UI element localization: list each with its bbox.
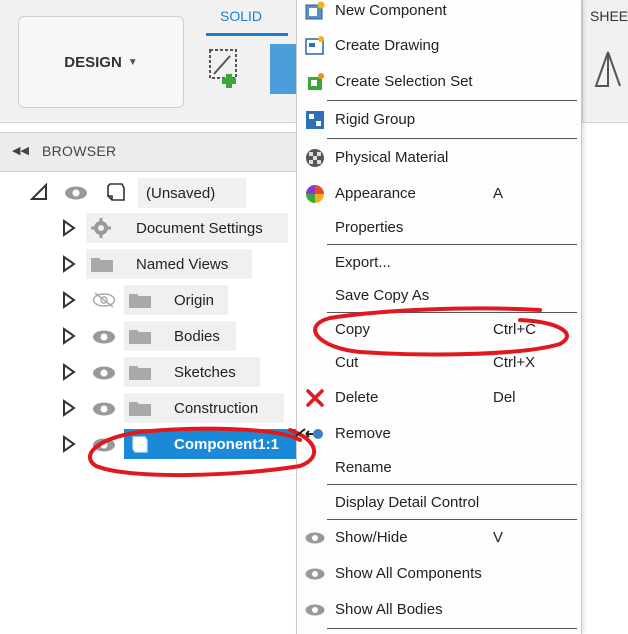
create-drawing-icon xyxy=(305,36,324,55)
visibility-eye-icon[interactable] xyxy=(64,185,88,201)
menu-item-display-detail-control[interactable]: Display Detail Control xyxy=(297,486,581,520)
appearance-icon xyxy=(306,185,324,203)
eye-icon xyxy=(305,604,325,616)
menu-item-physical-material[interactable]: Physical Material xyxy=(297,141,581,175)
menu-item-delete[interactable]: Delete Del xyxy=(297,381,581,415)
shortcut-label: V xyxy=(493,529,504,546)
menu-separator xyxy=(327,628,577,629)
browser-header: ◀◀ BROWSER xyxy=(0,132,300,172)
visibility-eye-icon[interactable] xyxy=(92,437,116,453)
tree-item-construction[interactable]: Construction xyxy=(124,393,284,423)
menu-item-properties[interactable]: Properties xyxy=(297,211,581,245)
visibility-eye-icon[interactable] xyxy=(92,329,116,345)
tree-item-label: Origin xyxy=(174,291,215,309)
folder-icon xyxy=(129,366,151,380)
menu-separator xyxy=(327,519,577,520)
menu-item-appearance[interactable]: Appearance A xyxy=(297,177,581,211)
tree-item-sketches[interactable]: Sketches xyxy=(124,357,260,387)
menu-item-cut[interactable]: Cut Ctrl+X xyxy=(297,346,581,380)
toolbar-divider xyxy=(582,0,583,122)
hidden-eye-icon[interactable] xyxy=(92,292,116,308)
menu-item-copy[interactable]: Copy Ctrl+C xyxy=(297,313,581,347)
folder-icon xyxy=(129,402,151,416)
shortcut-label: Ctrl+C xyxy=(493,321,536,338)
gear-icon xyxy=(91,218,111,238)
physical-material-icon xyxy=(306,149,324,167)
shortcut-label: Ctrl+X xyxy=(493,354,536,371)
create-sketch-icon[interactable] xyxy=(206,44,254,90)
menu-item-rigid-group[interactable]: Rigid Group xyxy=(297,103,581,137)
menu-item-show-hide[interactable]: Show/Hide V xyxy=(297,521,581,555)
tree-item-label: Construction xyxy=(174,399,259,417)
delete-x-icon xyxy=(306,389,324,407)
collapse-browser-icon[interactable]: ◀◀ xyxy=(12,144,29,157)
collapsed-triangle-icon[interactable] xyxy=(62,291,76,309)
eye-icon xyxy=(305,568,325,580)
collapsed-triangle-icon[interactable] xyxy=(62,435,76,453)
tree-item-label: Named Views xyxy=(136,255,229,273)
selection-set-icon xyxy=(308,73,324,90)
collapsed-triangle-icon[interactable] xyxy=(62,363,76,381)
tab-sheet-metal[interactable]: SHEE xyxy=(590,8,628,24)
root-component-label[interactable]: (Unsaved) xyxy=(138,178,246,208)
menu-separator xyxy=(327,244,577,245)
menu-item-create-drawing[interactable]: Create Drawing xyxy=(297,29,581,63)
eye-icon xyxy=(305,532,325,544)
browser-title: BROWSER xyxy=(42,143,117,159)
tree-item-label: Bodies xyxy=(174,327,220,345)
menu-separator xyxy=(327,484,577,485)
tree-item-label: Document Settings xyxy=(136,219,263,237)
collapsed-triangle-icon[interactable] xyxy=(62,255,76,273)
tree-item-document-settings[interactable]: Document Settings xyxy=(86,213,288,243)
collapsed-triangle-icon[interactable] xyxy=(62,327,76,345)
collapsed-triangle-icon[interactable] xyxy=(62,219,76,237)
new-component-icon xyxy=(305,1,325,20)
menu-item-remove[interactable]: Remove xyxy=(297,417,581,451)
component-icon xyxy=(132,436,148,453)
component-icon xyxy=(107,183,125,201)
tab-active-indicator xyxy=(206,33,288,36)
menu-item-rename[interactable]: Rename xyxy=(297,451,581,485)
tree-item-component1[interactable]: Component1:1 xyxy=(124,429,296,459)
menu-separator xyxy=(327,138,577,139)
design-label: DESIGN xyxy=(64,53,122,71)
flange-icon[interactable] xyxy=(592,44,628,92)
tree-item-bodies[interactable]: Bodies xyxy=(124,321,236,351)
menu-item-save-copy-as[interactable]: Save Copy As xyxy=(297,279,581,313)
tree-item-label: Component1:1 xyxy=(174,435,279,453)
menu-separator xyxy=(327,100,577,101)
tree-item-label: Sketches xyxy=(174,363,236,381)
tree-item-origin[interactable]: Origin xyxy=(124,285,228,315)
folder-icon xyxy=(91,258,113,272)
visibility-eye-icon[interactable] xyxy=(92,365,116,381)
collapsed-triangle-icon[interactable] xyxy=(62,399,76,417)
caret-down-icon: ▼ xyxy=(127,56,138,68)
folder-icon xyxy=(129,330,151,344)
menu-item-show-all-bodies[interactable]: Show All Bodies xyxy=(297,593,581,627)
expanded-triangle-icon[interactable] xyxy=(30,183,48,201)
shortcut-label: Del xyxy=(493,389,516,406)
remove-icon xyxy=(305,429,323,439)
shortcut-label: A xyxy=(493,185,504,202)
design-workspace-button[interactable]: DESIGN ▼ xyxy=(18,16,184,108)
menu-item-show-all-components[interactable]: Show All Components xyxy=(297,557,581,591)
menu-item-export[interactable]: Export... xyxy=(297,246,581,280)
menu-item-new-component[interactable]: New Component xyxy=(297,0,581,28)
tab-solid[interactable]: SOLID xyxy=(220,8,262,24)
menu-item-create-selection-set[interactable]: Create Selection Set xyxy=(297,65,581,99)
folder-icon xyxy=(129,294,151,308)
context-menu: New Component Create Drawing Create Sele… xyxy=(296,0,582,634)
tree-item-named-views[interactable]: Named Views xyxy=(86,249,252,279)
rigid-group-icon xyxy=(306,111,324,129)
visibility-eye-icon[interactable] xyxy=(92,401,116,417)
